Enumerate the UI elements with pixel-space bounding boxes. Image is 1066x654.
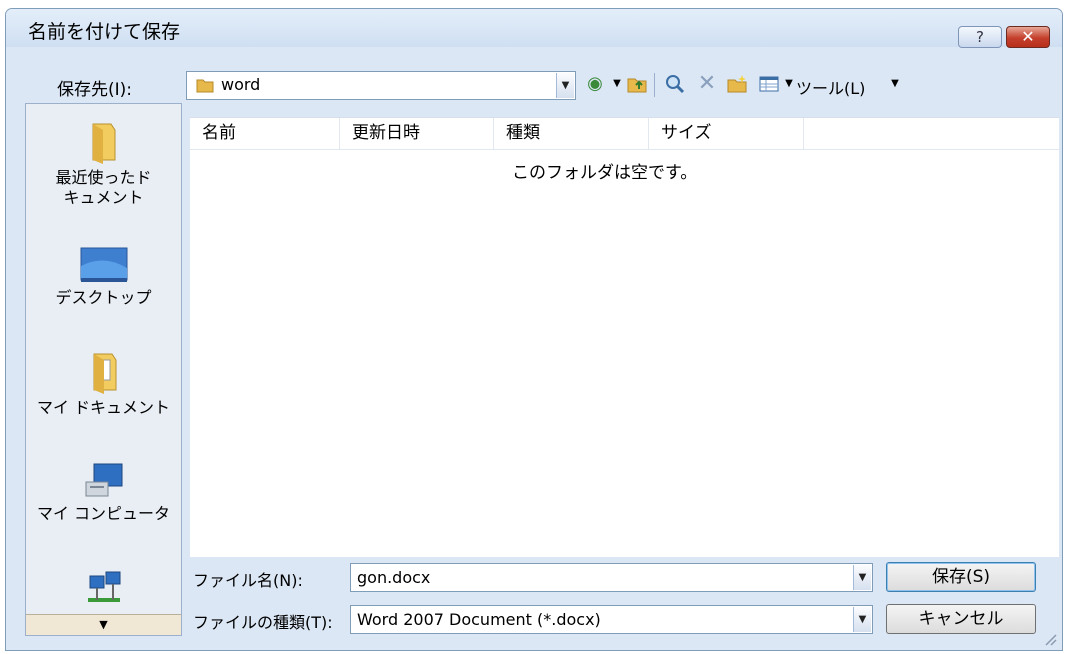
place-my-documents[interactable]: マイ ドキュメント <box>26 350 181 418</box>
chevron-down-icon[interactable]: ▼ <box>556 73 574 98</box>
recent-folder-icon <box>87 120 121 164</box>
tools-dropdown-icon[interactable]: ▼ <box>884 73 906 95</box>
place-recent[interactable]: 最近使ったドキュメント <box>26 120 181 208</box>
save-in-dropdown[interactable]: word ▼ <box>186 71 576 100</box>
desktop-icon <box>79 246 129 284</box>
place-label: 最近使ったドキュメント <box>55 168 152 207</box>
cancel-button[interactable]: キャンセル <box>886 604 1036 634</box>
title-bar: 名前を付けて保存 ? ✕ <box>6 9 1062 48</box>
toolbar-separator <box>654 73 655 97</box>
save-in-value: word <box>221 75 261 94</box>
help-button[interactable]: ? <box>958 26 1002 48</box>
chevron-down-icon[interactable]: ▼ <box>853 565 871 590</box>
resize-grip-icon[interactable] <box>1042 631 1058 647</box>
views-icon[interactable] <box>758 73 780 95</box>
filetype-value: Word 2007 Document (*.docx) <box>357 610 601 629</box>
place-desktop[interactable]: デスクトップ <box>26 246 181 308</box>
column-header-size[interactable]: サイズ <box>649 118 804 149</box>
back-icon[interactable]: ◉ <box>584 73 606 95</box>
folder-icon <box>196 76 214 94</box>
filename-label: ファイル名(N): <box>193 571 303 590</box>
filename-input[interactable]: gon.docx ▼ <box>350 563 873 592</box>
new-folder-icon[interactable] <box>726 73 748 95</box>
column-header-name[interactable]: 名前 <box>190 118 340 149</box>
delete-icon[interactable]: ✕ <box>696 73 718 95</box>
computer-icon <box>82 460 126 500</box>
dialog-title: 名前を付けて保存 <box>28 21 181 43</box>
save-as-dialog: 名前を付けて保存 ? ✕ 保存先(I): word ▼ ◉ ▼ ✕ ▼ ツール(… <box>5 8 1063 651</box>
filetype-label: ファイルの種類(T): <box>193 613 333 632</box>
chevron-down-icon[interactable]: ▼ <box>853 607 871 632</box>
place-network[interactable] <box>26 570 181 614</box>
tools-menu[interactable]: ツール(L) <box>796 75 865 99</box>
place-label: デスクトップ <box>55 288 152 307</box>
search-web-icon[interactable] <box>664 73 686 95</box>
place-label: マイ コンピュータ <box>36 504 171 523</box>
documents-folder-icon <box>86 350 122 394</box>
back-dropdown-icon[interactable]: ▼ <box>606 73 628 95</box>
save-button[interactable]: 保存(S) <box>886 562 1036 592</box>
header-divider <box>190 149 1059 150</box>
empty-folder-message: このフォルダは空です。 <box>512 163 698 183</box>
network-icon <box>84 570 124 610</box>
places-scroll-down-icon[interactable]: ▼ <box>26 614 181 635</box>
file-list[interactable]: 名前 更新日時 種類 サイズ このフォルダは空です。 <box>190 117 1059 557</box>
places-bar: 最近使ったドキュメント デスクトップ マイ ドキュメント マイ コンピュータ ▼ <box>25 103 182 636</box>
column-header-modified[interactable]: 更新日時 <box>340 118 494 149</box>
filetype-dropdown[interactable]: Word 2007 Document (*.docx) ▼ <box>350 605 873 634</box>
up-folder-icon[interactable] <box>626 73 648 95</box>
filename-value: gon.docx <box>357 568 431 587</box>
save-in-label: 保存先(I): <box>57 80 133 100</box>
column-header-type[interactable]: 種類 <box>494 118 649 149</box>
place-my-computer[interactable]: マイ コンピュータ <box>26 460 181 524</box>
place-label: マイ ドキュメント <box>36 398 171 417</box>
close-button[interactable]: ✕ <box>1006 26 1050 48</box>
